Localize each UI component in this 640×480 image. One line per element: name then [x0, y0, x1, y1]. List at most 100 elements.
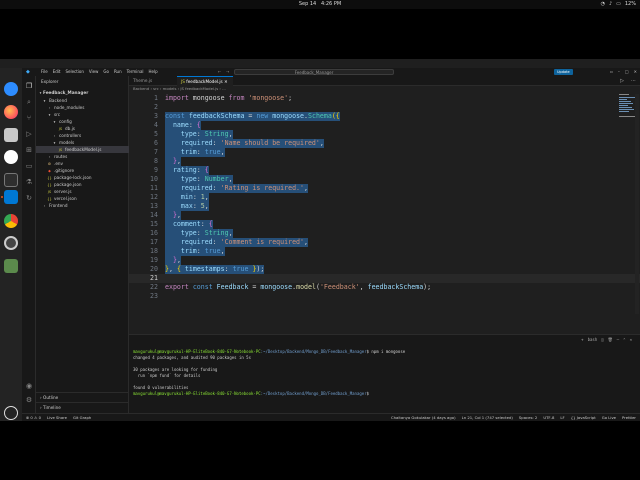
code-line[interactable]: 12 min: 1,: [129, 193, 640, 202]
code-line[interactable]: 6 required: 'Name should be required',: [129, 139, 640, 148]
vscode-icon[interactable]: [4, 190, 18, 204]
minimize-icon[interactable]: –: [618, 68, 620, 76]
tree-item[interactable]: {} vercel.json: [36, 195, 129, 202]
project-folder[interactable]: ▾ Feedback_Manager: [36, 89, 129, 96]
code-line[interactable]: 20}, { timestamps: true });: [129, 265, 640, 274]
testing-icon[interactable]: ⚗: [25, 178, 33, 186]
code-line[interactable]: 15 comment: {: [129, 220, 640, 229]
extensions-icon[interactable]: ⊞: [25, 146, 33, 154]
tab-theme-js[interactable]: Theme.js: [129, 76, 177, 86]
menu-run[interactable]: Run: [114, 68, 122, 76]
status-item[interactable]: Go Live: [602, 414, 616, 421]
settings-icon[interactable]: [4, 236, 18, 250]
status-item[interactable]: {} JavaScript: [571, 414, 596, 421]
code-line[interactable]: 2: [129, 103, 640, 112]
close-icon[interactable]: ✕: [224, 79, 228, 84]
more-actions-icon[interactable]: ⋯: [631, 76, 636, 86]
tree-item[interactable]: ⚙ .env: [36, 160, 129, 167]
code-line[interactable]: 1 import mongoose from 'mongoose';: [129, 94, 640, 103]
tree-item[interactable]: › controllers: [36, 132, 129, 139]
close-panel-icon[interactable]: ✕: [630, 337, 632, 342]
tree-item[interactable]: ▾ config: [36, 118, 129, 125]
split-icon[interactable]: ◫: [601, 337, 603, 342]
code-line[interactable]: 13 max: 5,: [129, 202, 640, 211]
code-line[interactable]: 10 type: Number,: [129, 175, 640, 184]
update-button[interactable]: Update: [554, 69, 573, 75]
menu-file[interactable]: File: [41, 68, 48, 76]
terminal-shell-label[interactable]: bash: [588, 337, 598, 342]
menu-selection[interactable]: Selection: [65, 68, 83, 76]
maximize-panel-icon[interactable]: ⌃: [623, 337, 625, 342]
code-line[interactable]: 4 name: {: [129, 121, 640, 130]
code-editor[interactable]: 1 import mongoose from 'mongoose'; 2 3 const…: [129, 94, 640, 334]
code-line[interactable]: 9 rating: {: [129, 166, 640, 175]
code-line[interactable]: 16 type: String,: [129, 229, 640, 238]
trash-icon[interactable]: 🗑: [608, 337, 613, 342]
status-item[interactable]: Chaitanya Gokulakar (4 days ago): [391, 414, 456, 421]
editor-scrollbar[interactable]: [635, 94, 639, 314]
menu-go[interactable]: Go: [103, 68, 109, 76]
tree-item[interactable]: JS server.js: [36, 188, 129, 195]
tree-item[interactable]: › routes: [36, 153, 129, 160]
tree-item[interactable]: ◆ .gitignore: [36, 167, 129, 174]
manage-gear-icon[interactable]: ⚙: [25, 396, 33, 404]
trash-icon[interactable]: [4, 259, 18, 273]
code-line[interactable]: 17 required: 'Comment is required',: [129, 238, 640, 247]
clock[interactable]: Sep 14 4:26 PM: [0, 0, 640, 9]
code-line[interactable]: 23: [129, 292, 640, 301]
explorer-icon[interactable]: ❐: [25, 82, 33, 90]
run-icon[interactable]: ▷: [620, 76, 624, 86]
code-line[interactable]: 3 const feedbackSchema = new mongoose.Sch…: [129, 112, 640, 121]
run-debug-icon[interactable]: ▷: [25, 130, 33, 138]
show-apps-icon[interactable]: [4, 406, 18, 420]
tab-feedbackmodel-js[interactable]: JS feedbackModel.js ✕: [177, 76, 233, 86]
tree-item[interactable]: › node_modules: [36, 104, 129, 111]
tree-item[interactable]: ▾ src: [36, 111, 129, 118]
code-line[interactable]: 14 },: [129, 211, 640, 220]
mongodb-compass-icon[interactable]: [4, 150, 18, 164]
status-item[interactable]: Ln 21, Col 1 (747 selected): [462, 414, 513, 421]
tree-item[interactable]: JS feedbackModel.js: [36, 146, 129, 153]
live-share-icon[interactable]: ↻: [25, 194, 33, 202]
code-line[interactable]: 18 trim: true,: [129, 247, 640, 256]
more-actions-icon[interactable]: ⋯: [617, 337, 619, 342]
status-item[interactable]: Live Share: [47, 414, 67, 421]
status-item[interactable]: Git Graph: [73, 414, 91, 421]
status-item[interactable]: Prettier: [622, 414, 636, 421]
status-item[interactable]: ⊗ 0 ⚠ 0: [26, 414, 41, 421]
status-item[interactable]: Spaces: 2: [519, 414, 537, 421]
nav-forward-icon[interactable]: →: [226, 68, 229, 76]
remote-explorer-icon[interactable]: ▭: [25, 162, 33, 170]
tree-item[interactable]: › Frontend: [36, 202, 129, 209]
text-editor-icon[interactable]: [4, 173, 18, 187]
system-tray[interactable]: ◔ ♪ ▭ 12%: [601, 0, 636, 9]
menu-view[interactable]: View: [89, 68, 99, 76]
tree-item[interactable]: {} package.json: [36, 181, 129, 188]
outline-section[interactable]: › Outline: [36, 392, 129, 401]
account-icon[interactable]: ◉: [25, 382, 33, 390]
maximize-icon[interactable]: □: [625, 68, 629, 76]
tree-item[interactable]: {} package-lock.json: [36, 174, 129, 181]
breadcrumb[interactable]: Backend › src › models › JS feedbackMode…: [129, 86, 640, 92]
add-terminal-icon[interactable]: +: [581, 337, 583, 342]
chrome-icon[interactable]: [4, 214, 18, 228]
menu-edit[interactable]: Edit: [53, 68, 61, 76]
status-item[interactable]: LF: [560, 414, 564, 421]
files-icon[interactable]: [4, 128, 18, 142]
firefox-icon[interactable]: [4, 105, 18, 119]
code-line[interactable]: 7 trim: true,: [129, 148, 640, 157]
menu-help[interactable]: Help: [149, 68, 158, 76]
tree-item[interactable]: JS db.js: [36, 125, 129, 132]
command-center-search[interactable]: Feedback_Manager: [234, 69, 394, 75]
code-line[interactable]: 11 required: 'Rating is required.',: [129, 184, 640, 193]
close-icon[interactable]: ✕: [634, 68, 637, 76]
status-item[interactable]: UTF-8: [543, 414, 554, 421]
nav-back-icon[interactable]: ←: [218, 68, 221, 76]
code-line[interactable]: 8 },: [129, 157, 640, 166]
source-control-icon[interactable]: ⑂: [25, 114, 33, 122]
code-line[interactable]: 5 type: String,: [129, 130, 640, 139]
zoom-icon[interactable]: [4, 82, 18, 96]
code-line[interactable]: 19 },: [129, 256, 640, 265]
search-icon[interactable]: ⌕: [25, 98, 33, 106]
menu-terminal[interactable]: Terminal: [127, 68, 144, 76]
